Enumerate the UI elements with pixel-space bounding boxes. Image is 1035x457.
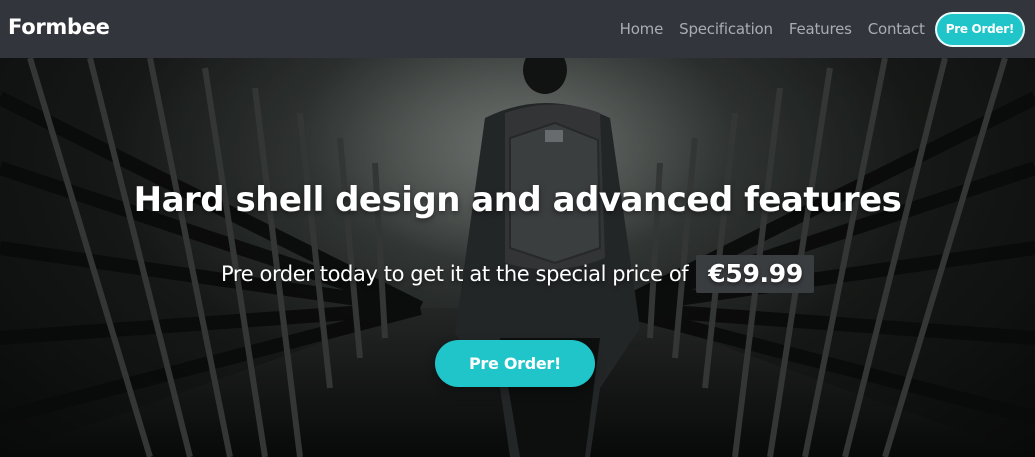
price-badge: €59.99 bbox=[696, 255, 814, 293]
hero-preorder-button[interactable]: Pre Order! bbox=[435, 340, 595, 387]
hero-subtitle-row: Pre order today to get it at the special… bbox=[0, 255, 1035, 293]
top-navbar: Formbee Home Specification Features Cont… bbox=[0, 0, 1035, 58]
hero-title: Hard shell design and advanced features bbox=[133, 180, 902, 220]
nav-link-specification[interactable]: Specification bbox=[679, 20, 773, 38]
hero-subtitle: Pre order today to get it at the special… bbox=[221, 262, 689, 286]
nav-link-features[interactable]: Features bbox=[789, 20, 852, 38]
nav-link-contact[interactable]: Contact bbox=[868, 20, 925, 38]
nav-link-home[interactable]: Home bbox=[620, 20, 664, 38]
brand-logo[interactable]: Formbee bbox=[8, 15, 110, 39]
nav-preorder-button[interactable]: Pre Order! bbox=[936, 13, 1023, 45]
hero-section: Hard shell design and advanced features … bbox=[0, 58, 1035, 457]
nav-links: Home Specification Features Contact Pre … bbox=[604, 0, 1023, 58]
